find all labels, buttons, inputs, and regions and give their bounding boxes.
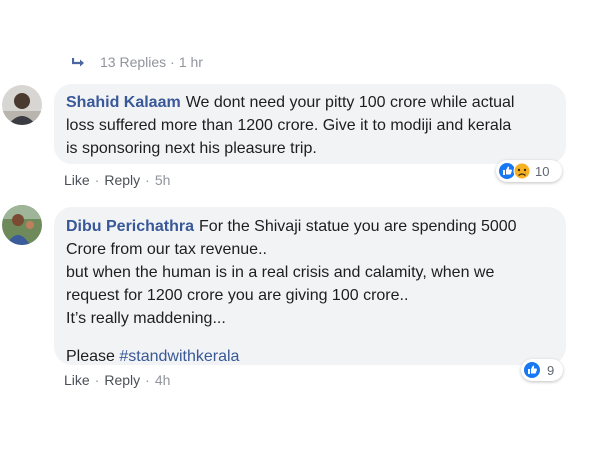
comment-author[interactable]: Shahid Kalaam: [66, 94, 181, 111]
reaction-count: 9: [547, 362, 555, 378]
comment-line: request for 1200 crore you are giving 10…: [66, 287, 409, 304]
separator-dot: ·: [145, 172, 150, 188]
separator-dot: ·: [94, 172, 100, 188]
comment-actions: Like · Reply · 4h: [64, 372, 170, 388]
view-replies-link[interactable]: 13 Replies · 1 hr: [72, 51, 203, 73]
comment-text: For the Shivaji statue you are spending …: [199, 218, 517, 235]
comment-text: Please: [66, 348, 115, 365]
reply-arrow-icon: [72, 58, 84, 67]
avatar[interactable]: [2, 205, 42, 245]
comment-line: loss suffered more than 1200 crore. Give…: [66, 117, 512, 134]
avatar[interactable]: [2, 85, 42, 125]
reply-button[interactable]: Reply: [104, 372, 140, 388]
comment-bubble: Dibu Perichathra For the Shivaji statue y…: [54, 207, 566, 365]
comment-author[interactable]: Dibu Perichathra: [66, 218, 194, 235]
replies-count[interactable]: 13 Replies: [100, 54, 166, 70]
separator-dot: ·: [94, 372, 100, 388]
hashtag-link[interactable]: #standwithkerala: [119, 348, 239, 365]
like-icon: [524, 362, 540, 378]
comment-timestamp[interactable]: 4h: [155, 372, 171, 388]
reaction-count: 10: [535, 163, 550, 179]
like-button[interactable]: Like: [64, 372, 90, 388]
comment-line: is sponsoring next his pleasure trip.: [66, 140, 317, 157]
reaction-summary[interactable]: 9: [521, 359, 563, 381]
comment-line: but when the human is in a real crisis a…: [66, 264, 495, 281]
comment-actions: Like · Reply · 5h: [64, 172, 170, 188]
sad-icon: [513, 162, 531, 180]
reply-button[interactable]: Reply: [104, 172, 140, 188]
separator-dot: ·: [145, 372, 150, 388]
reaction-summary[interactable]: 10: [496, 160, 562, 182]
comment-line: Please #standwithkerala: [66, 345, 554, 368]
comment-line: Shahid Kalaam We dont need your pitty 100…: [66, 91, 554, 114]
comment-timestamp[interactable]: 5h: [155, 172, 171, 188]
comment-text: We dont need your pitty 100 crore while …: [185, 94, 515, 111]
comment-line: Dibu Perichathra For the Shivaji statue y…: [66, 215, 554, 238]
replies-time: 1 hr: [178, 54, 203, 70]
comment-bubble: Shahid Kalaam We dont need your pitty 100…: [54, 84, 566, 164]
like-button[interactable]: Like: [64, 172, 90, 188]
separator-dot: ·: [170, 54, 175, 70]
comment-line: It’s really maddening...: [66, 310, 226, 327]
comment-line: Crore from our tax revenue..: [66, 241, 267, 258]
